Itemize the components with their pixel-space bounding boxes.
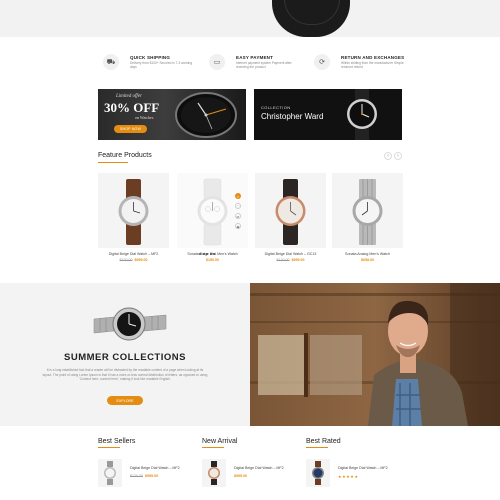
product-card[interactable]: Digital Beige Dial Watch – GC13 $120.00 $…: [255, 173, 326, 269]
product-price: $658.00: [332, 258, 403, 262]
best-sellers-title: Best Sellers: [98, 438, 136, 445]
summer-collection-banner: SUMMER COLLECTIONS It is a long establis…: [0, 283, 250, 426]
feature-title: QUICK SHIPPING: [130, 55, 171, 60]
banner-kicker: COLLECTION: [261, 105, 291, 110]
hero-banner: [0, 0, 500, 37]
feature-subtitle: Within shitting from the manufacturer Si…: [341, 61, 404, 69]
explore-button[interactable]: EXPLORE: [107, 396, 143, 405]
product-price: $995.00: [234, 474, 247, 478]
title-underline: [202, 447, 224, 448]
carousel-next-button[interactable]: ›: [394, 152, 402, 160]
product-name[interactable]: Digital Beige Dial Watch – MF2: [234, 466, 284, 470]
product-action-icons: + ♡ ⇄ ◉: [235, 193, 241, 233]
product-price: $120.00 $995.00: [98, 258, 169, 262]
hero-watch-strap: [272, 0, 350, 37]
product-price: $120.00 $995.00: [255, 258, 326, 262]
shop-now-button[interactable]: SHOP NOW: [114, 125, 147, 133]
collection-watch-image: [93, 307, 167, 341]
banner-subline: on Watches: [135, 115, 154, 120]
truck-icon: ⛟: [103, 54, 119, 70]
product-card[interactable]: Sonata Analog Men's Watch $658.00: [332, 173, 403, 269]
image-gallery-dots[interactable]: [199, 242, 217, 260]
banner-kicker: Limited offer: [116, 94, 142, 99]
best-rated-title: Best Rated: [306, 438, 341, 445]
star-rating: ★★★★★: [338, 474, 359, 479]
feature-products-title: Feature Products: [98, 152, 152, 159]
product-name[interactable]: Sonata Analog Men's Watch: [332, 252, 403, 256]
banner-headline: 30% OFF: [104, 100, 160, 115]
product-name[interactable]: Digital Beige Dial Watch – MF2: [98, 252, 169, 256]
new-arrival-title: New Arrival: [202, 438, 238, 445]
current-price: $995.00: [134, 258, 148, 262]
current-price: $995.00: [234, 474, 247, 478]
current-price: $995.00: [291, 258, 305, 262]
old-price: $120.00: [276, 258, 290, 262]
current-price: $995.00: [145, 474, 158, 478]
feature-easy-payment: ▭ EASY PAYMENT Internet payment system P…: [206, 52, 306, 74]
current-price: $658.00: [361, 258, 374, 262]
product-card[interactable]: Digital Beige Dial Watch – MF2 $120.00 $9…: [98, 173, 169, 269]
credit-card-icon: ▭: [209, 54, 225, 70]
watch-image: [118, 179, 149, 245]
collection-description: It is a long established fact that a rea…: [42, 368, 208, 382]
product-name[interactable]: Digital Beige Dial Watch – MF2: [130, 466, 180, 470]
banner-headline: Christopher Ward: [261, 112, 324, 121]
product-thumbnail[interactable]: [202, 459, 226, 487]
list-item[interactable]: Digital Beige Dial Watch – MF2 $120.00 $9…: [98, 459, 198, 489]
watch-image: [352, 179, 383, 245]
watch-image: [275, 179, 306, 245]
old-price: $120.00: [119, 258, 133, 262]
model-photo: [250, 283, 500, 426]
title-underline: [98, 162, 128, 163]
product-image[interactable]: [98, 173, 169, 248]
feature-subtitle: Delivery from $100+ Secured in 7-3 worki…: [130, 61, 193, 69]
product-thumbnail[interactable]: [98, 459, 122, 487]
product-image[interactable]: [255, 173, 326, 248]
feature-subtitle: Internet payment system Payment after re…: [236, 61, 292, 69]
product-thumbnail[interactable]: [306, 459, 330, 487]
feature-quick-shipping: ⛟ QUICK SHIPPING Delivery from $100+ Sec…: [100, 52, 200, 74]
carousel-prev-button[interactable]: ‹: [384, 152, 392, 160]
title-underline: [306, 447, 328, 448]
feature-title: RETURN AND EXCHANGES: [341, 55, 405, 60]
refresh-icon: ⟳: [314, 54, 330, 70]
service-features: ⛟ QUICK SHIPPING Delivery from $100+ Sec…: [100, 52, 404, 74]
banner-watch-image: [175, 92, 237, 138]
promo-banner-collection[interactable]: COLLECTION Christopher Ward: [254, 89, 402, 140]
list-item[interactable]: Digital Beige Dial Watch – MF2 ★★★★★: [306, 459, 406, 489]
collection-title: SUMMER COLLECTIONS: [64, 352, 186, 363]
old-price: $120.00: [130, 474, 143, 478]
cart-icon[interactable]: +: [235, 193, 241, 199]
feature-title: EASY PAYMENT: [236, 55, 274, 60]
compare-icon[interactable]: ⇄: [235, 213, 241, 219]
wishlist-icon[interactable]: ♡: [235, 203, 241, 209]
promo-banner-discount[interactable]: Limited offer 30% OFF on Watches SHOP NO…: [98, 89, 246, 140]
quick-view-icon[interactable]: ◉: [235, 223, 241, 229]
list-item[interactable]: Digital Beige Dial Watch – MF2 $995.00: [202, 459, 302, 489]
product-name[interactable]: Digital Beige Dial Watch – GC13: [255, 252, 326, 256]
product-price: $120.00 $995.00: [130, 474, 158, 478]
feature-returns: ⟳ RETURN AND EXCHANGES Within shitting f…: [311, 52, 411, 74]
product-name[interactable]: Digital Beige Dial Watch – MF2: [338, 466, 388, 470]
title-underline: [98, 447, 120, 448]
banner-watch-image: [347, 89, 377, 140]
product-image[interactable]: [332, 173, 403, 248]
